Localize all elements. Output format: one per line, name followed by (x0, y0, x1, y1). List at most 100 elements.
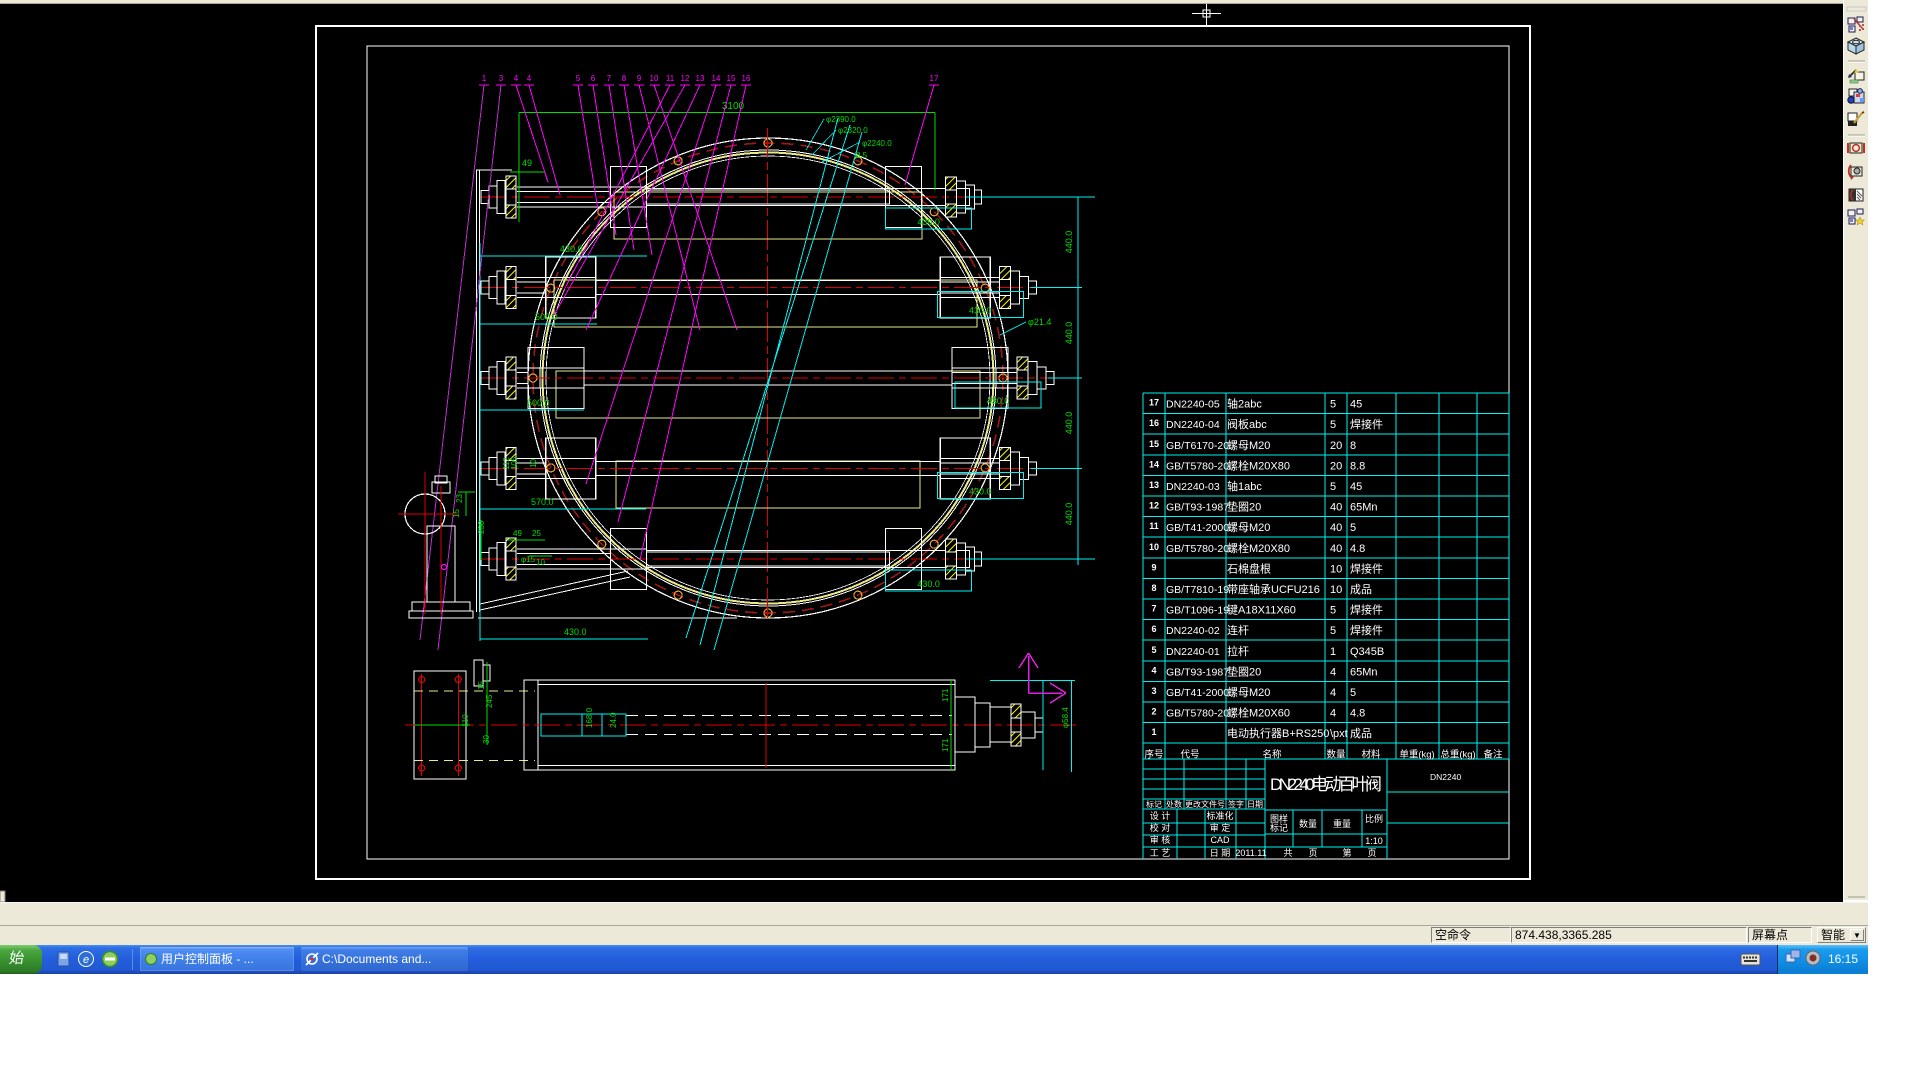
svg-text:6: 6 (1151, 624, 1156, 634)
svg-text:4.8: 4.8 (1350, 543, 1365, 555)
svg-text:DN2240电动百叶阀: DN2240电动百叶阀 (1270, 775, 1382, 794)
svg-text:DN2240: DN2240 (1430, 772, 1461, 782)
svg-text:440.0: 440.0 (1064, 231, 1074, 254)
svg-text:40: 40 (1330, 543, 1342, 555)
svg-text:6: 6 (591, 74, 596, 83)
svg-text:垫圈20: 垫圈20 (1227, 664, 1261, 678)
svg-text:焊接件: 焊接件 (1350, 561, 1383, 575)
svg-text:φ2320.0: φ2320.0 (838, 126, 868, 135)
svg-text:49: 49 (522, 158, 532, 168)
svg-text:焊接件: 焊接件 (1350, 603, 1383, 617)
svg-text:GB/T93-1987: GB/T93-1987 (1166, 502, 1229, 514)
svg-text:9: 9 (637, 74, 642, 83)
svg-text:16: 16 (1149, 418, 1159, 428)
svg-text:代号: 代号 (1180, 749, 1199, 760)
svg-text:序号: 序号 (1144, 748, 1163, 760)
svg-text:阀板abc: 阀板abc (1227, 417, 1267, 431)
svg-text:20: 20 (1330, 460, 1342, 472)
svg-text:GB/T5780-20: GB/T5780-20 (1166, 708, 1229, 720)
svg-text:审 定: 审 定 (1210, 822, 1231, 833)
svg-text:8.5: 8.5 (856, 151, 868, 160)
svg-text:65Mn: 65Mn (1350, 502, 1378, 514)
svg-text:成品: 成品 (1350, 583, 1372, 596)
svg-text:审 核: 审 核 (1150, 834, 1171, 845)
svg-text:10: 10 (529, 459, 538, 468)
svg-text:4: 4 (1151, 665, 1156, 675)
svg-text:GB/T1096-19: GB/T1096-19 (1166, 605, 1229, 617)
svg-text:11: 11 (1149, 521, 1159, 531)
svg-text:10: 10 (1149, 542, 1159, 552)
svg-text:电动执行器B+RS250: 电动执行器B+RS250 (1227, 726, 1329, 740)
svg-text:连杆: 连杆 (1227, 623, 1249, 637)
svg-text:25: 25 (532, 529, 541, 538)
svg-text:3: 3 (499, 74, 504, 83)
svg-text:430.0: 430.0 (564, 627, 587, 637)
svg-text:14: 14 (712, 74, 721, 83)
svg-text:15: 15 (727, 74, 736, 83)
svg-text:4: 4 (527, 74, 532, 83)
svg-text:重量: 重量 (1333, 818, 1351, 829)
svg-text:9: 9 (1151, 562, 1156, 572)
svg-text:GB/T93-1987: GB/T93-1987 (1166, 666, 1229, 678)
svg-text:105: 105 (510, 456, 519, 470)
svg-text:430.0: 430.0 (969, 306, 992, 316)
svg-text:工 艺: 工 艺 (1150, 848, 1171, 858)
svg-text:名称: 名称 (1262, 748, 1282, 760)
svg-text:440.0: 440.0 (1064, 322, 1074, 345)
svg-text:8: 8 (1350, 440, 1356, 452)
svg-text:7: 7 (607, 74, 612, 83)
svg-text:1: 1 (1330, 646, 1336, 658)
svg-text:\pxt: \pxt (1330, 728, 1348, 740)
svg-text:20: 20 (1330, 440, 1342, 452)
svg-text:4: 4 (1330, 708, 1336, 720)
svg-text:40: 40 (1330, 502, 1342, 514)
svg-text:GB/T6170-20: GB/T6170-20 (1166, 440, 1229, 452)
svg-text:440.0: 440.0 (1064, 412, 1074, 435)
svg-text:φ58.4: φ58.4 (1061, 707, 1070, 728)
svg-text:5: 5 (576, 74, 581, 83)
svg-text:螺栓M20X60: 螺栓M20X60 (1227, 706, 1290, 720)
svg-text:8.8: 8.8 (1350, 460, 1365, 472)
svg-text:φ21.4: φ21.4 (1028, 317, 1051, 327)
svg-text:螺栓M20X80: 螺栓M20X80 (1227, 541, 1290, 555)
svg-text:DN2240-02: DN2240-02 (1166, 625, 1220, 637)
svg-text:数量: 数量 (1299, 818, 1317, 829)
svg-text:500.0: 500.0 (527, 398, 550, 408)
svg-text:页: 页 (1308, 848, 1317, 858)
svg-text:比例: 比例 (1365, 813, 1383, 824)
svg-text:第: 第 (1342, 847, 1351, 858)
svg-text:数量: 数量 (1326, 748, 1346, 760)
svg-text:带座轴承UCFU216: 带座轴承UCFU216 (1227, 582, 1320, 596)
svg-text:12: 12 (681, 74, 690, 83)
svg-text:DN2240-04: DN2240-04 (1166, 419, 1220, 431)
svg-text:7: 7 (1151, 604, 1156, 614)
svg-text:GB/T41-2000: GB/T41-2000 (1166, 687, 1229, 699)
svg-text:键A18X11X60: 键A18X11X60 (1227, 603, 1296, 617)
svg-text:Q345B: Q345B (1350, 646, 1384, 658)
svg-text:拉杆: 拉杆 (1227, 644, 1249, 658)
svg-text:GB/T5780-20: GB/T5780-20 (1166, 543, 1229, 555)
svg-text:5: 5 (1330, 419, 1336, 431)
svg-text:标记: 标记 (1146, 799, 1162, 809)
svg-text:螺母M20: 螺母M20 (1227, 439, 1270, 452)
svg-text:标记: 标记 (1270, 822, 1288, 833)
svg-text:e: e (83, 954, 89, 966)
svg-text:螺母M20: 螺母M20 (1227, 521, 1270, 534)
svg-text:13: 13 (1149, 480, 1159, 490)
svg-text:备注: 备注 (1483, 748, 1503, 760)
svg-text:65Mn: 65Mn (1350, 666, 1378, 678)
svg-text:49: 49 (513, 529, 522, 538)
svg-text:GB/T5780-20: GB/T5780-20 (1166, 460, 1229, 472)
svg-text:4: 4 (514, 74, 519, 83)
svg-text:430.0: 430.0 (987, 396, 1010, 406)
svg-text:23: 23 (455, 494, 464, 503)
svg-text:1: 1 (1151, 727, 1156, 737)
svg-text:螺栓M20X80: 螺栓M20X80 (1227, 458, 1290, 472)
svg-text:日期: 日期 (1247, 800, 1263, 809)
svg-text:螺母M20: 螺母M20 (1227, 686, 1270, 699)
svg-text:4: 4 (1330, 666, 1336, 678)
svg-text:15: 15 (477, 681, 486, 690)
svg-text:16: 16 (742, 74, 751, 83)
svg-text:DN2240-01: DN2240-01 (1166, 646, 1220, 658)
svg-text:更改文件号: 更改文件号 (1185, 799, 1225, 809)
